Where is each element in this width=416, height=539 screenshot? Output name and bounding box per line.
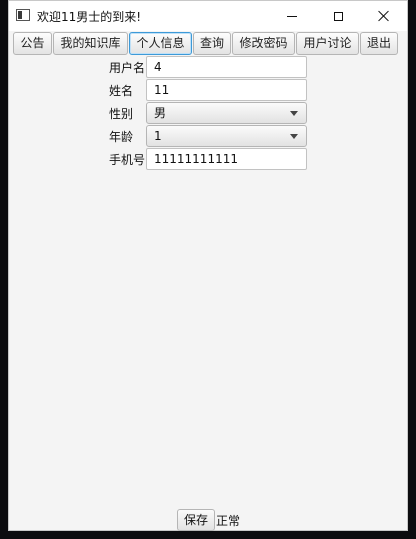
gender-row: 性别 男 — [9, 102, 407, 124]
save-button[interactable]: 保存 — [177, 509, 215, 531]
username-field[interactable]: 4 — [146, 56, 307, 78]
age-row: 年龄 1 — [9, 125, 407, 147]
chevron-down-icon — [290, 111, 298, 116]
minimize-icon — [287, 15, 297, 17]
tab-my-knowledge-base[interactable]: 我的知识库 — [53, 32, 128, 55]
app-window-icon — [16, 9, 30, 21]
close-icon — [378, 10, 390, 22]
tab-query[interactable]: 查询 — [193, 32, 231, 55]
minimize-button[interactable] — [269, 1, 315, 31]
tab-personal-info[interactable]: 个人信息 — [129, 32, 192, 55]
tab-change-password[interactable]: 修改密码 — [232, 32, 295, 55]
name-row: 姓名 11 — [9, 79, 407, 101]
close-button[interactable] — [361, 1, 407, 31]
age-label: 年龄 — [109, 130, 134, 144]
gender-selected-value: 男 — [154, 106, 167, 120]
maximize-button[interactable] — [315, 1, 361, 31]
age-select[interactable]: 1 — [146, 125, 307, 147]
tab-logout[interactable]: 退出 — [360, 32, 398, 55]
username-row: 用户名 4 — [9, 56, 407, 78]
age-selected-value: 1 — [154, 129, 162, 143]
chevron-down-icon — [290, 134, 298, 139]
name-label: 姓名 — [109, 84, 134, 98]
phone-label: 手机号 — [109, 153, 146, 167]
gender-label: 性别 — [109, 107, 134, 121]
gender-select[interactable]: 男 — [146, 102, 307, 124]
tab-announcement[interactable]: 公告 — [13, 32, 52, 55]
phone-row: 手机号 11111111111 — [9, 148, 407, 170]
username-label: 用户名 — [109, 61, 146, 75]
tab-user-discussion[interactable]: 用户讨论 — [296, 32, 359, 55]
tab-bar: 公告 我的知识库 个人信息 查询 修改密码 用户讨论 退出 — [13, 32, 399, 56]
phone-field[interactable]: 11111111111 — [146, 148, 307, 170]
status-text: 正常 — [216, 514, 241, 528]
window-title: 欢迎11男士的到来! — [37, 10, 142, 24]
title-bar[interactable]: 欢迎11男士的到来! — [9, 1, 407, 31]
name-field[interactable]: 11 — [146, 79, 307, 101]
maximize-icon — [333, 11, 343, 21]
app-window: 欢迎11男士的到来! 公告 我的知识库 个人信息 查询 修改密码 用户讨论 退出… — [8, 0, 408, 531]
